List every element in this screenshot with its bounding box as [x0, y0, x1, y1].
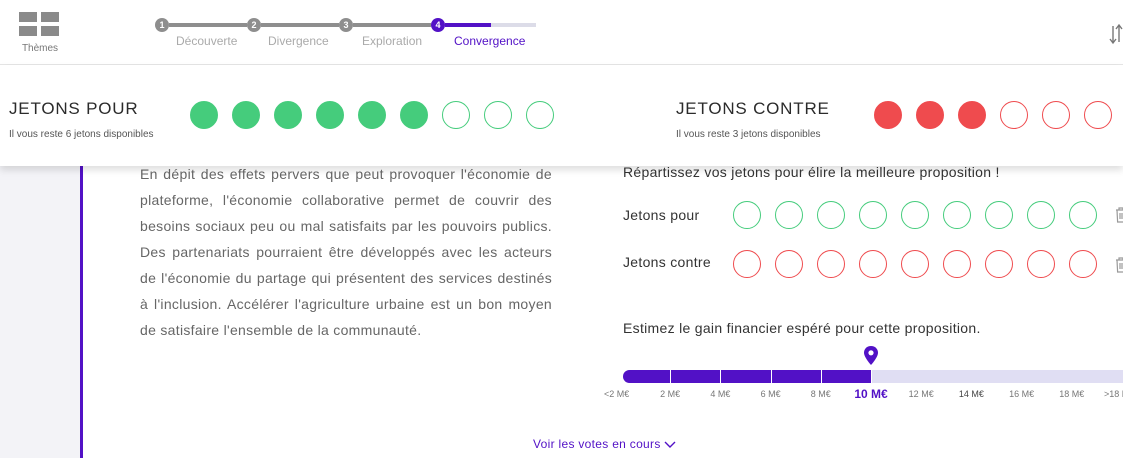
token-pour	[232, 101, 260, 129]
vote-token-contre[interactable]	[733, 250, 761, 278]
vote-token-pour[interactable]	[985, 201, 1013, 229]
vote-token-contre[interactable]	[817, 250, 845, 278]
step-exploration[interactable]: 3 Exploration	[339, 18, 431, 58]
jetons-contre-title: JETONS CONTRE	[676, 99, 830, 118]
gain-tick-label[interactable]: 2 M€	[660, 389, 680, 399]
gain-question: Estimez le gain financier espéré pour ce…	[623, 320, 981, 336]
sort-icon[interactable]	[1109, 24, 1123, 46]
jetons-contre-tokens	[874, 101, 1112, 129]
step-bar	[169, 23, 247, 27]
slider-divider	[670, 370, 672, 383]
vote-token-pour[interactable]	[943, 201, 971, 229]
vote-token-contre[interactable]	[775, 250, 803, 278]
vote-token-pour[interactable]	[1027, 201, 1055, 229]
gain-tick-label[interactable]: 12 M€	[909, 389, 934, 399]
slider-pin-icon[interactable]	[863, 345, 879, 367]
jetons-contre-label: Jetons contre	[623, 254, 711, 270]
vote-pour-tokens	[733, 201, 1097, 229]
step-number: 4	[431, 18, 445, 32]
token-pour	[526, 101, 554, 129]
token-pour	[400, 101, 428, 129]
gain-tick-label[interactable]: 4 M€	[710, 389, 730, 399]
step-number: 3	[339, 18, 353, 32]
vote-token-pour[interactable]	[733, 201, 761, 229]
vote-token-pour[interactable]	[775, 201, 803, 229]
top-navigation: Thèmes 1 Découverte 2 Divergence 3 Explo…	[0, 0, 1123, 65]
token-pour	[190, 101, 218, 129]
token-contre	[916, 101, 944, 129]
jetons-pour-tokens	[190, 101, 554, 129]
step-label: Divergence	[268, 34, 329, 48]
left-panel	[0, 166, 80, 458]
gain-tick-label[interactable]: 6 M€	[761, 389, 781, 399]
tokens-banner: JETONS POUR Il vous reste 6 jetons dispo…	[0, 65, 1123, 166]
slider-divider	[770, 370, 772, 383]
step-label: Découverte	[176, 34, 238, 48]
vote-token-pour[interactable]	[901, 201, 929, 229]
token-contre	[958, 101, 986, 129]
proposal-accent-line	[80, 166, 83, 458]
gain-tick-label[interactable]: 14 M€	[959, 389, 984, 399]
gain-tick-label[interactable]: 10 M€	[854, 387, 887, 401]
token-contre	[1000, 101, 1028, 129]
trash-icon[interactable]	[1115, 207, 1123, 223]
themes-button[interactable]: Thèmes	[18, 12, 62, 54]
gain-slider-fill	[623, 370, 872, 383]
vote-token-contre[interactable]	[1069, 250, 1097, 278]
slider-divider	[720, 370, 722, 383]
slider-divider	[871, 370, 872, 383]
jetons-contre-remaining: Il vous reste 3 jetons disponibles	[676, 129, 821, 140]
step-number: 2	[247, 18, 261, 32]
token-pour	[484, 101, 512, 129]
vote-token-contre[interactable]	[901, 250, 929, 278]
token-contre	[1084, 101, 1112, 129]
vote-contre-tokens	[733, 250, 1097, 278]
themes-label: Thèmes	[21, 43, 59, 54]
step-label: Convergence	[454, 34, 526, 48]
token-pour	[358, 101, 386, 129]
step-progress-bar	[445, 23, 536, 27]
step-convergence[interactable]: 4 Convergence	[431, 18, 541, 58]
vote-token-contre[interactable]	[985, 250, 1013, 278]
vote-token-pour[interactable]	[1069, 201, 1097, 229]
gain-slider[interactable]	[623, 370, 1123, 383]
vote-instructions: Répartissez vos jetons pour élire la mei…	[623, 164, 1000, 180]
step-number: 1	[155, 18, 169, 32]
gain-tick-label[interactable]: 8 M€	[811, 389, 831, 399]
step-divergence[interactable]: 2 Divergence	[247, 18, 339, 58]
jetons-pour-title: JETONS POUR	[9, 99, 139, 118]
jetons-pour-remaining: Il vous reste 6 jetons disponibles	[9, 129, 154, 140]
vote-token-pour[interactable]	[859, 201, 887, 229]
step-decouverte[interactable]: 1 Découverte	[155, 18, 247, 58]
token-contre	[1042, 101, 1070, 129]
vote-token-contre[interactable]	[943, 250, 971, 278]
vote-token-pour[interactable]	[817, 201, 845, 229]
token-pour	[442, 101, 470, 129]
step-bar	[353, 23, 431, 27]
jetons-pour-label: Jetons pour	[623, 207, 700, 223]
vote-token-contre[interactable]	[859, 250, 887, 278]
token-pour	[316, 101, 344, 129]
grid-icon	[19, 12, 61, 36]
step-bar	[261, 23, 339, 27]
gain-tick-label[interactable]: 16 M€	[1009, 389, 1034, 399]
proposal-description: En dépit des effets pervers que peut pro…	[140, 166, 552, 338]
slider-divider	[820, 370, 822, 383]
step-label: Exploration	[362, 34, 423, 48]
see-votes-link[interactable]: Voir les votes en cours	[533, 437, 676, 451]
chevron-down-icon	[664, 441, 676, 448]
token-contre	[874, 101, 902, 129]
see-votes-label: Voir les votes en cours	[533, 437, 661, 451]
gain-tick-label[interactable]: >18 M€	[1104, 389, 1123, 399]
gain-tick-label[interactable]: 18 M€	[1059, 389, 1084, 399]
trash-icon[interactable]	[1115, 257, 1123, 273]
vote-token-contre[interactable]	[1027, 250, 1055, 278]
token-pour	[274, 101, 302, 129]
gain-tick-label[interactable]: <2 M€	[604, 389, 629, 399]
